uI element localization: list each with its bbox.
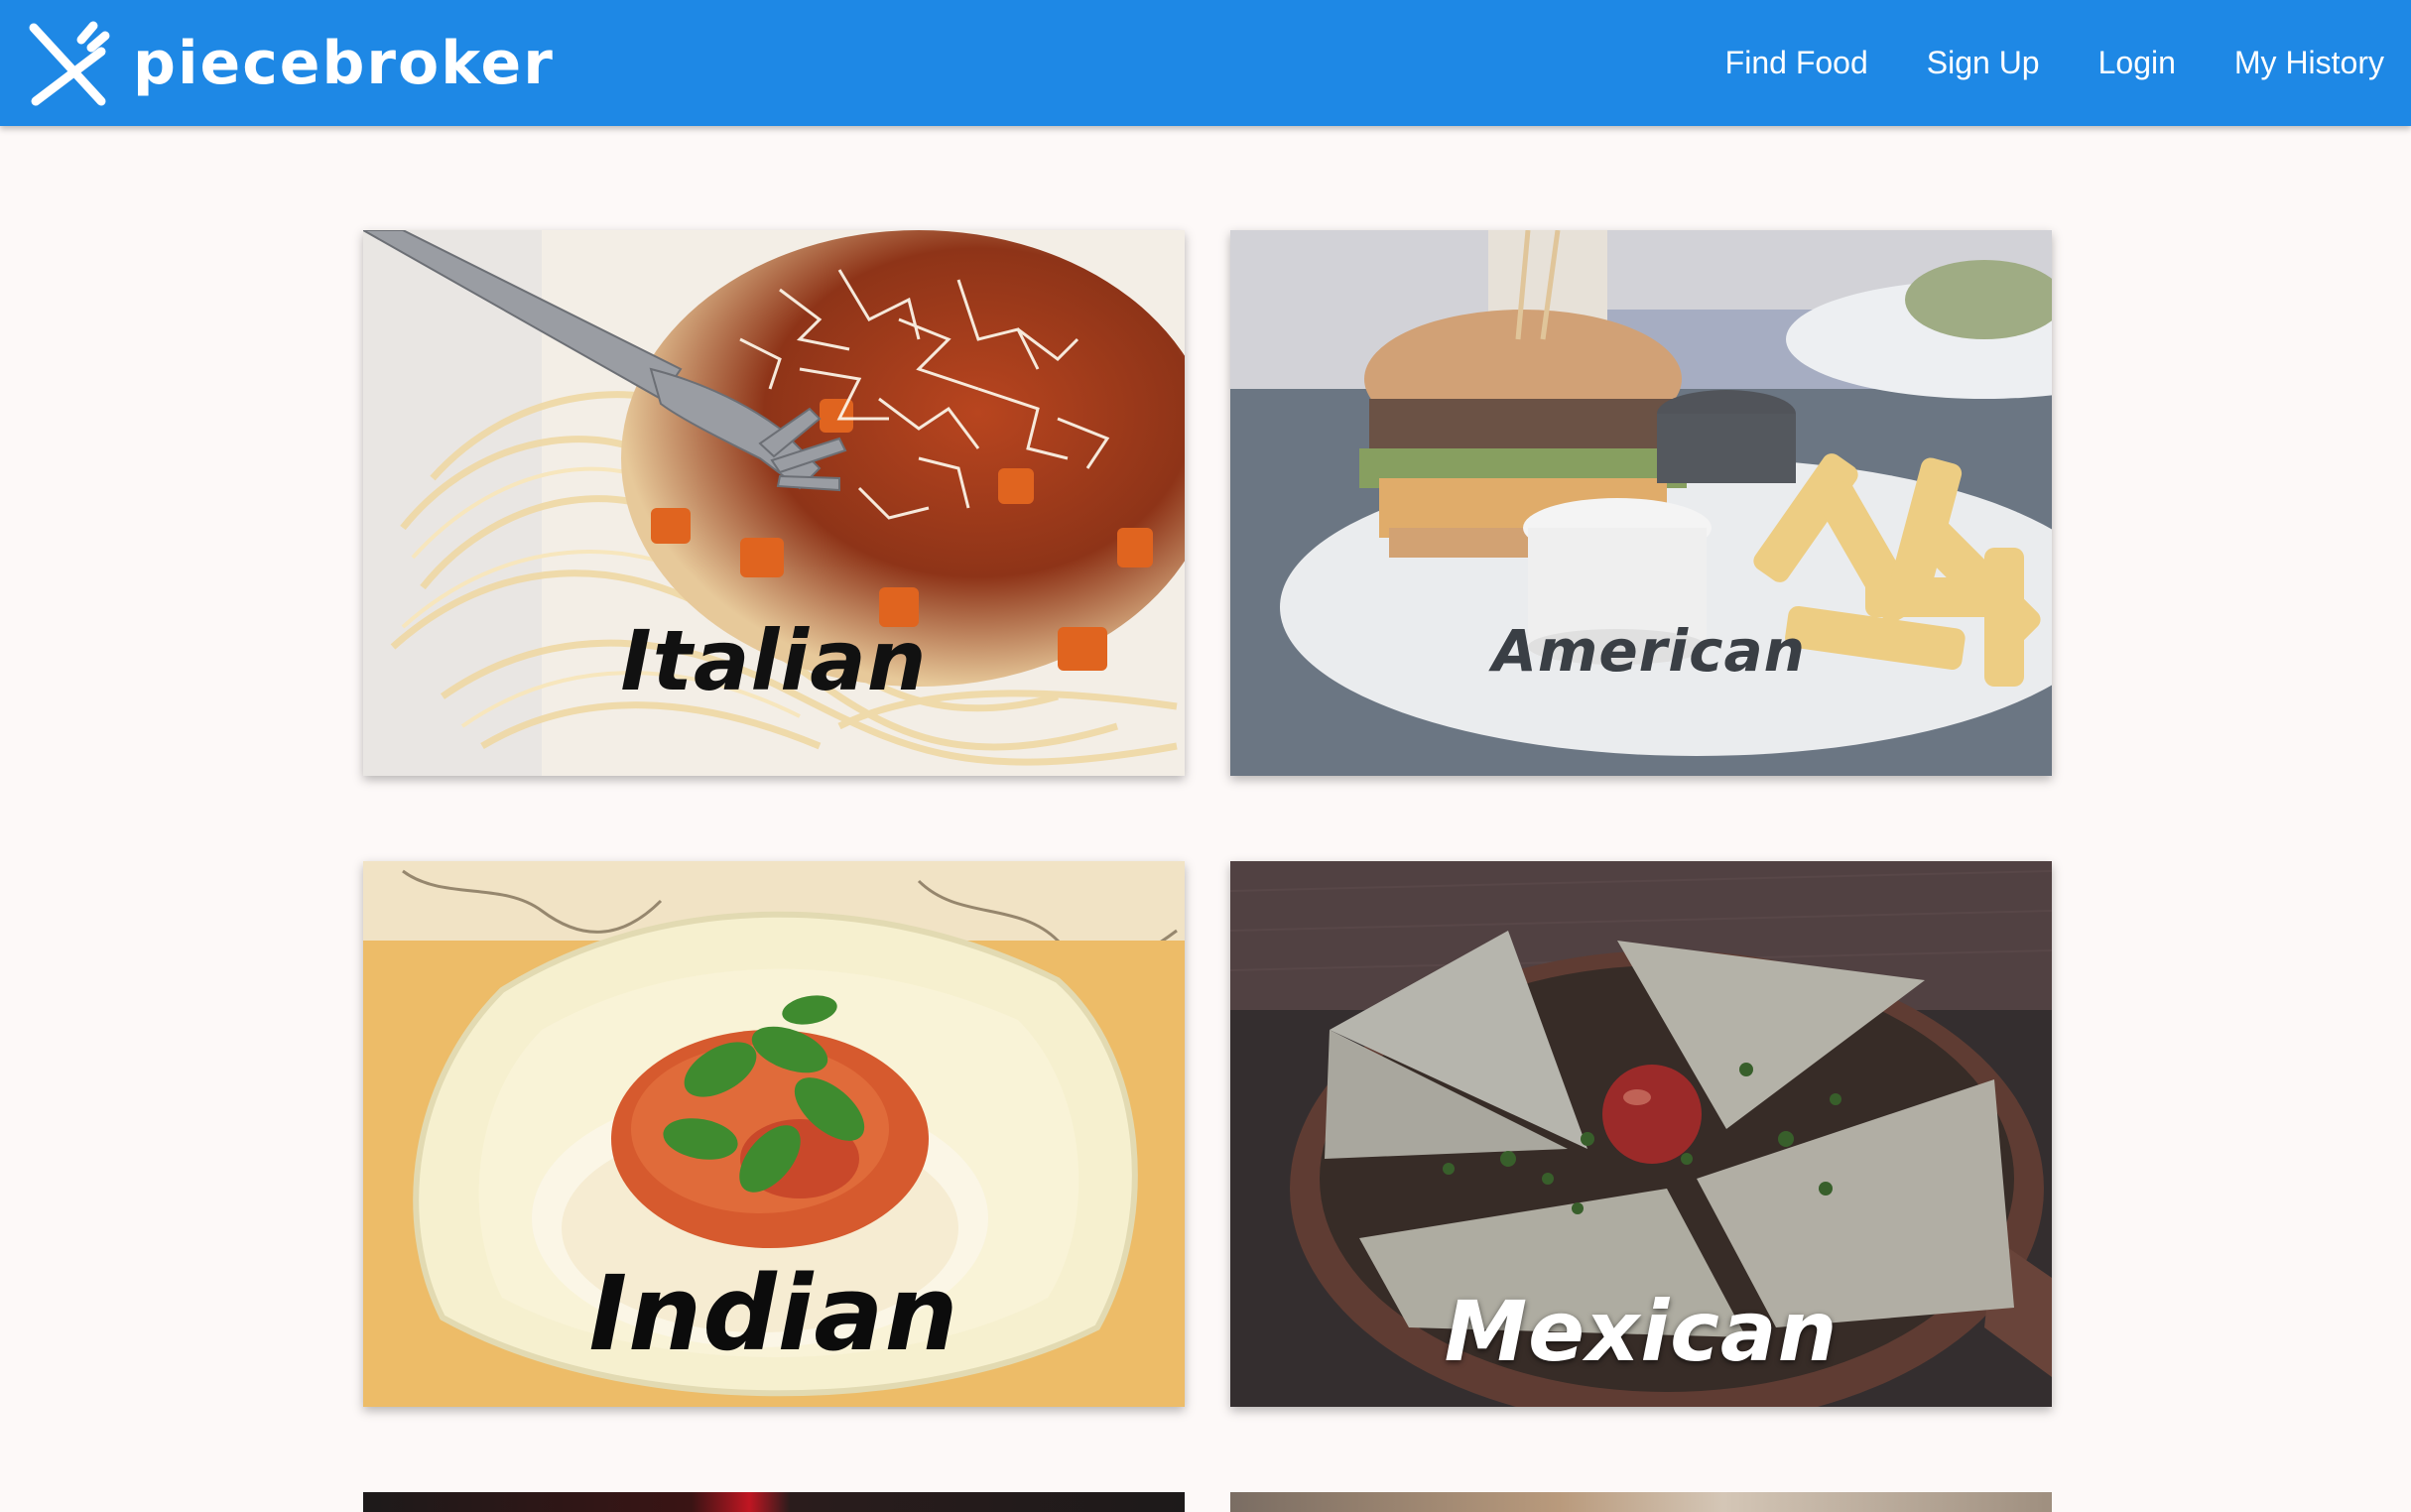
nav-my-history[interactable]: My History: [2234, 45, 2384, 81]
cuisine-card-partial-left[interactable]: [363, 1492, 1185, 1512]
american-food-photo: [1230, 230, 2052, 776]
cuisine-label-american: American: [1492, 617, 1806, 685]
cuisine-label-mexican: Mexican: [1444, 1283, 1839, 1380]
cuisine-card-american[interactable]: American: [1230, 230, 2052, 776]
cuisine-card-partial-right[interactable]: [1230, 1492, 2052, 1512]
cuisine-card-italian[interactable]: Italian: [363, 230, 1185, 776]
cuisine-card-indian[interactable]: Indian: [363, 861, 1185, 1407]
cuisine-label-indian: Indian: [588, 1253, 959, 1374]
fork-knife-logo-icon: [29, 21, 110, 106]
nav-links: Find Food Sign Up Login My History: [1667, 0, 2384, 126]
top-navbar: piecebroker Find Food Sign Up Login My H…: [0, 0, 2411, 126]
cuisine-label-italian: Italian: [620, 612, 928, 709]
nav-sign-up[interactable]: Sign Up: [1927, 45, 2040, 81]
nav-login[interactable]: Login: [2098, 45, 2176, 81]
nav-find-food[interactable]: Find Food: [1725, 45, 1868, 81]
cuisine-card-mexican[interactable]: Mexican: [1230, 861, 2052, 1407]
brand[interactable]: piecebroker: [22, 14, 555, 113]
brand-name: piecebroker: [133, 29, 555, 98]
